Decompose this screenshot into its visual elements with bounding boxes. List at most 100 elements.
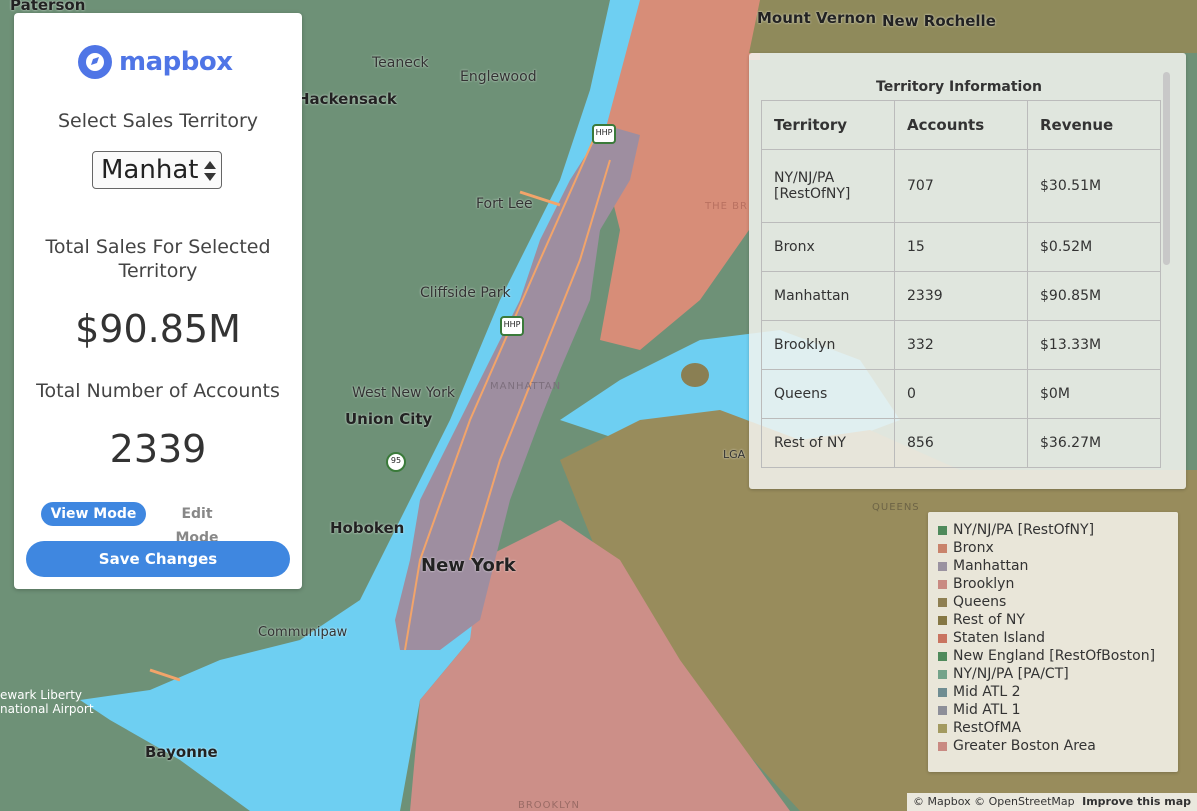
map-label-west-new-york: West New York (352, 385, 455, 401)
column-header-revenue: Revenue (1027, 100, 1161, 150)
map-label-communipaw: Communipaw (258, 625, 348, 640)
legend-item: Staten Island (938, 629, 1178, 647)
legend-item: NY/NJ/PA [RestOfNY] (938, 521, 1178, 539)
legend-swatch (938, 705, 947, 715)
map-label-queens: QUEENS (872, 502, 920, 513)
table-cell-revenue: $30.51M (1027, 149, 1161, 223)
territory-table: Territory Accounts Revenue NY/NJ/PA [Res… (761, 100, 1161, 468)
legend-swatch (938, 633, 947, 643)
total-accounts-label: Total Number of Accounts (36, 380, 280, 402)
legend-item: Manhattan (938, 557, 1178, 575)
table-cell-revenue: $0.52M (1027, 222, 1161, 272)
legend-label: Mid ATL 2 (953, 684, 1021, 700)
legend-swatch (938, 561, 947, 571)
legend-label: Brooklyn (953, 576, 1015, 592)
legend-swatch (938, 615, 947, 625)
legend-label: Rest of NY (953, 612, 1025, 628)
legend-label: Greater Boston Area (953, 738, 1096, 754)
map-label-union-city: Union City (345, 410, 433, 428)
territory-select-value: Manhat (101, 155, 199, 185)
legend-swatch (938, 597, 947, 607)
table-header-row: Territory Accounts Revenue (761, 100, 1161, 150)
highway-shield-icon: 95 (386, 452, 406, 472)
table-cell-territory: Rest of NY (761, 418, 895, 468)
territory-panel: mapbox Select Sales Territory Manhat Tot… (14, 13, 302, 589)
territory-info-title: Territory Information (876, 79, 1042, 95)
table-cell-revenue: $36.27M (1027, 418, 1161, 468)
legend-label: Mid ATL 1 (953, 702, 1021, 718)
legend-swatch (938, 669, 947, 679)
map-label-hackensack: Hackensack (297, 90, 397, 108)
legend-list: NY/NJ/PA [RestOfNY] Bronx Manhattan Broo… (928, 512, 1178, 755)
table-cell-territory: Bronx (761, 222, 895, 272)
save-changes-button[interactable]: Save Changes (26, 541, 290, 577)
territory-select[interactable]: Manhat (92, 151, 222, 189)
table-row: Queens 0 $0M (761, 369, 1161, 419)
improve-map-link[interactable]: Improve this map (1082, 795, 1191, 808)
legend-item: Mid ATL 2 (938, 683, 1178, 701)
table-cell-territory: Queens (761, 369, 895, 419)
legend-label: New England [RestOfBoston] (953, 648, 1156, 664)
info-scrollbar[interactable] (1163, 72, 1170, 265)
legend-item: NY/NJ/PA [PA/CT] (938, 665, 1178, 683)
total-accounts-value: 2339 (109, 427, 207, 471)
map-attribution: © Mapbox © OpenStreetMap Improve this ma… (907, 793, 1197, 811)
table-row: NY/NJ/PA [RestOfNY] 707 $30.51M (761, 149, 1161, 223)
legend-swatch (938, 543, 947, 553)
island (681, 363, 709, 387)
map-label-fort-lee: Fort Lee (476, 196, 533, 212)
table-cell-revenue: $13.33M (1027, 320, 1161, 370)
map-label-manhattan: MANHATTAN (490, 381, 562, 392)
legend-label: Bronx (953, 540, 994, 556)
map-label-hoboken: Hoboken (330, 519, 405, 537)
map-label-the-bronx: THE BR (705, 201, 748, 212)
legend-swatch (938, 525, 947, 535)
legend-label: Queens (953, 594, 1007, 610)
legend-item: Bronx (938, 539, 1178, 557)
map-label-new-york: New York (421, 555, 516, 576)
legend-item: Mid ATL 1 (938, 701, 1178, 719)
select-arrows-icon (204, 161, 216, 181)
map-label-brooklyn: BROOKLYN (518, 800, 580, 811)
attribution-osm-link[interactable]: © OpenStreetMap (974, 795, 1075, 808)
attribution-mapbox-link[interactable]: © Mapbox (913, 795, 971, 808)
table-row: Rest of NY 856 $36.27M (761, 418, 1161, 468)
legend-label: RestOfMA (953, 720, 1022, 736)
legend-label: Manhattan (953, 558, 1029, 574)
legend-swatch (938, 741, 947, 751)
legend-item: RestOfMA (938, 719, 1178, 737)
table-cell-accounts: 2339 (894, 271, 1028, 321)
legend-item: Greater Boston Area (938, 737, 1178, 755)
mapbox-logo[interactable]: mapbox (78, 45, 233, 79)
territory-info-panel: Territory Information Territory Accounts… (749, 53, 1186, 489)
highway-shield-icon: HHP (592, 124, 616, 144)
table-cell-revenue: $90.85M (1027, 271, 1161, 321)
legend-item: Rest of NY (938, 611, 1178, 629)
total-sales-label: Total Sales For Selected Territory (45, 236, 271, 282)
table-cell-accounts: 15 (894, 222, 1028, 272)
highway-shield-icon: HHP (500, 316, 524, 336)
map-label-paterson: Paterson (10, 0, 86, 14)
table-row: Brooklyn 332 $13.33M (761, 320, 1161, 370)
map-label-newark-airport: ewark Liberty national Airport (0, 688, 94, 716)
table-row: Bronx 15 $0.52M (761, 222, 1161, 272)
legend-label: NY/NJ/PA [RestOfNY] (953, 522, 1095, 538)
table-cell-accounts: 332 (894, 320, 1028, 370)
view-mode-button[interactable]: View Mode (41, 502, 146, 526)
legend-swatch (938, 687, 947, 697)
table-row: Manhattan 2339 $90.85M (761, 271, 1161, 321)
map-label-cliffside-park: Cliffside Park (420, 285, 511, 301)
legend-label: NY/NJ/PA [PA/CT] (953, 666, 1069, 682)
legend-item: New England [RestOfBoston] (938, 647, 1178, 665)
total-sales-value: $90.85M (75, 307, 241, 351)
legend-item: Queens (938, 593, 1178, 611)
table-cell-accounts: 0 (894, 369, 1028, 419)
map-label-englewood: Englewood (460, 69, 537, 85)
table-cell-territory: Brooklyn (761, 320, 895, 370)
map-label-mount-vernon: Mount Vernon (757, 9, 877, 27)
edit-mode-button[interactable]: Edit Mode (158, 502, 236, 546)
table-cell-territory: Manhattan (761, 271, 895, 321)
table-cell-accounts: 856 (894, 418, 1028, 468)
map-label-bayonne: Bayonne (145, 743, 218, 761)
legend-swatch (938, 651, 947, 661)
